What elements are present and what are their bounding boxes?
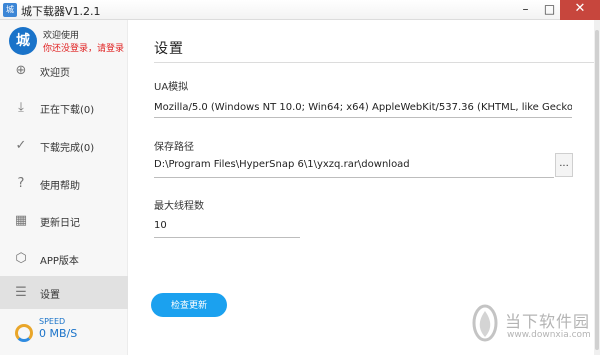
plus-circle-icon: ⊕	[15, 63, 27, 78]
sidebar-item-downloading[interactable]: ⤓ 正在下载(0)	[0, 91, 128, 124]
sidebar-item-app-version[interactable]: ⬡ APP版本	[0, 242, 128, 275]
sidebar-item-completed[interactable]: ✓ 下载完成(0)	[0, 129, 128, 162]
sidebar-item-changelog[interactable]: ▦ 更新日记	[0, 204, 128, 237]
save-path-label: 保存路径	[154, 142, 194, 153]
watermark-text: 当下软件园	[505, 312, 591, 331]
minimize-button[interactable]: –	[512, 0, 539, 20]
sidebar-item-welcome[interactable]: ⊕ 欢迎页	[0, 54, 128, 87]
watermark-logo-icon	[472, 304, 498, 342]
sidebar-item-help[interactable]: ? 使用帮助	[0, 167, 128, 200]
save-path-input[interactable]: D:\Program Files\HyperSnap 6\1\yxzq.rar\…	[154, 159, 550, 170]
check-update-button[interactable]: 检查更新	[151, 293, 227, 317]
sidebar-item-label: 使用帮助	[40, 181, 80, 192]
help-circle-icon: ?	[17, 176, 25, 191]
sidebar-item-label: 欢迎页	[40, 68, 70, 79]
max-threads-input[interactable]: 10	[154, 220, 294, 231]
watermark-url: www.downxia.com	[507, 330, 591, 340]
speed-label: SPEED	[39, 317, 66, 326]
window-title: 城下载器V1.2.1	[21, 5, 101, 18]
max-threads-underline	[154, 237, 300, 238]
login-link[interactable]: 你还没登录，请登录	[43, 41, 124, 54]
page-title: 设置	[154, 41, 184, 57]
cube-icon: ⬡	[15, 251, 27, 266]
speedometer-icon	[15, 324, 33, 342]
app-logo-icon: 城	[3, 3, 17, 17]
welcome-text: 欢迎使用	[43, 31, 80, 41]
scrollbar[interactable]	[594, 20, 600, 355]
ua-label: UA模拟	[154, 82, 189, 93]
maximize-button[interactable]: □	[539, 0, 560, 20]
sliders-icon: ☰	[15, 285, 27, 300]
sidebar-item-label: 设置	[40, 290, 60, 301]
browse-button[interactable]: ...	[555, 153, 573, 177]
avatar[interactable]: 城	[9, 27, 37, 55]
sidebar-item-label: 正在下载(0)	[40, 105, 95, 116]
sidebar-item-label: APP版本	[40, 256, 79, 267]
sidebar-item-settings[interactable]: ☰ 设置	[0, 276, 128, 309]
divider	[154, 62, 598, 63]
calendar-icon: ▦	[14, 213, 28, 228]
app-window: 城 城下载器V1.2.1 – □ ✕ 城 欢迎使用 你还没登录，请登录 ⊕ 欢迎…	[0, 0, 600, 355]
title-bar[interactable]: 城 城下载器V1.2.1 – □ ✕	[0, 0, 600, 20]
save-path-underline	[154, 177, 554, 178]
ua-input-underline	[154, 117, 572, 118]
max-threads-label: 最大线程数	[154, 201, 204, 212]
download-icon: ⤓	[18, 100, 24, 115]
sidebar-item-label: 更新日记	[40, 218, 80, 229]
settings-panel: 设置 UA模拟 Mozilla/5.0 (Windows NT 10.0; Wi…	[128, 20, 600, 355]
sidebar-item-label: 下载完成(0)	[40, 143, 95, 154]
sidebar: 城 欢迎使用 你还没登录，请登录 ⊕ 欢迎页 ⤓ 正在下载(0) ✓ 下载完成(…	[0, 20, 128, 355]
ua-input[interactable]: Mozilla/5.0 (Windows NT 10.0; Win64; x64…	[154, 102, 572, 113]
scrollbar-thumb[interactable]	[595, 30, 599, 350]
check-circle-icon: ✓	[15, 138, 27, 153]
close-button[interactable]: ✕	[560, 0, 600, 20]
speed-value: 0 MB/S	[39, 327, 78, 340]
